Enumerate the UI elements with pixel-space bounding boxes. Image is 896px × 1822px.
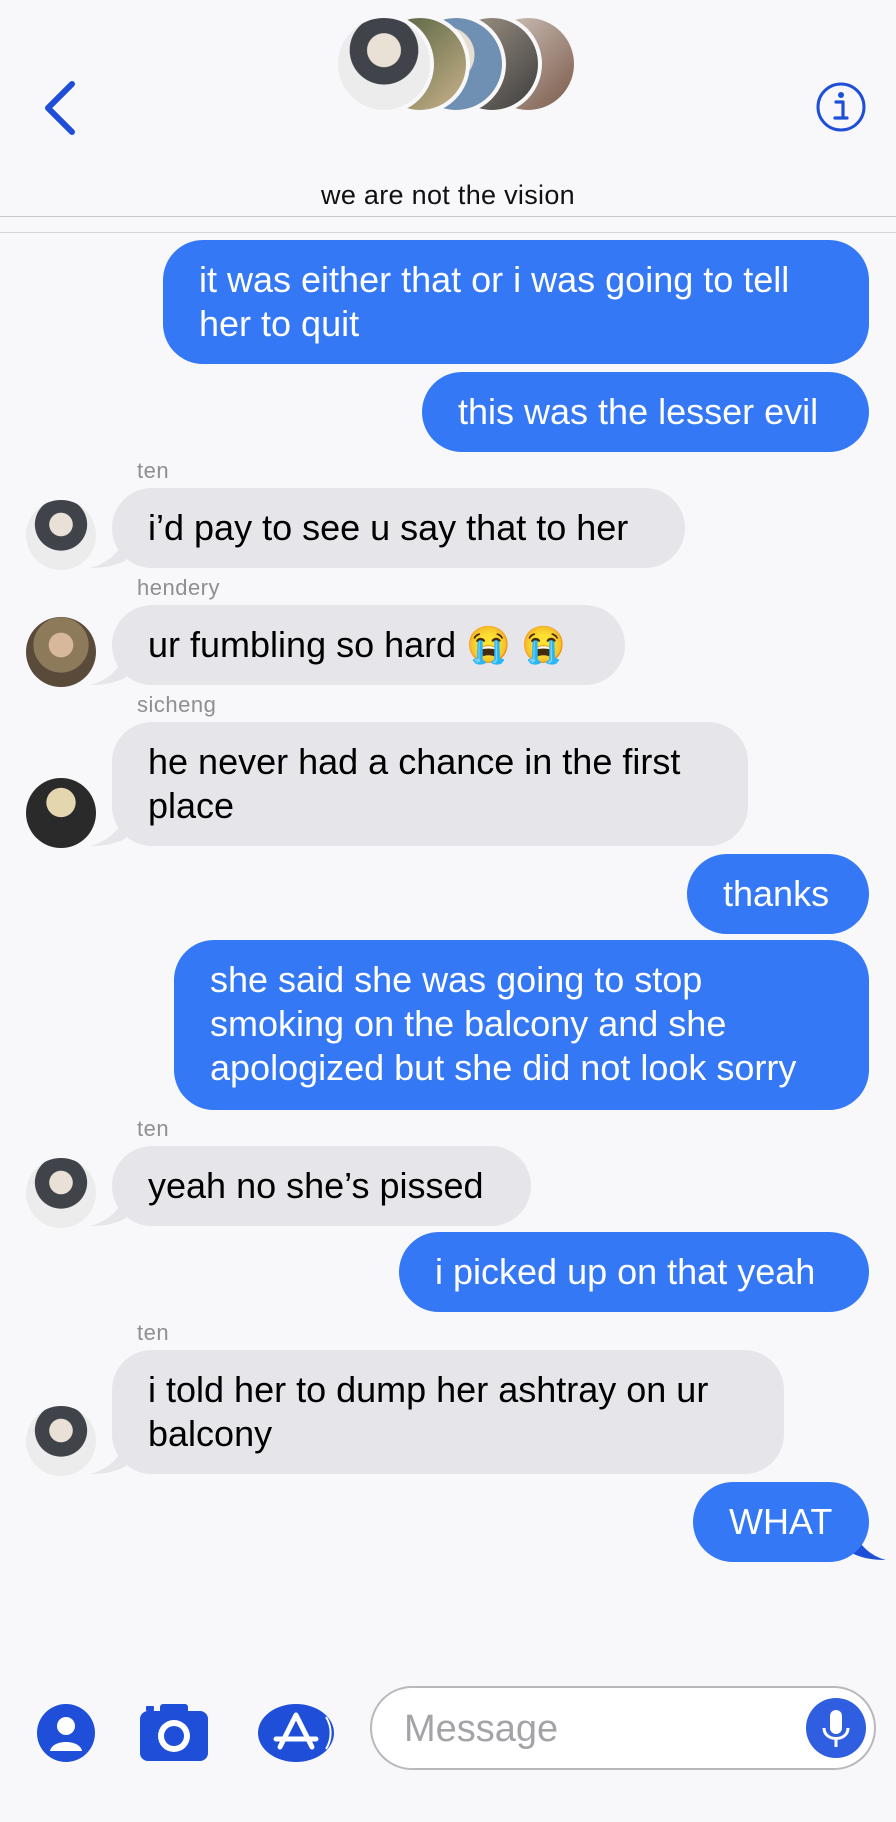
outgoing-message[interactable]: she said she was going to stop smoking o… — [174, 940, 869, 1110]
contact-icon — [37, 1704, 95, 1762]
info-icon — [816, 82, 866, 132]
outgoing-message[interactable]: thanks — [687, 854, 869, 934]
chat-title[interactable]: we are not the vision — [0, 180, 896, 211]
avatar[interactable] — [26, 617, 96, 687]
sender-name: ten — [137, 1320, 170, 1345]
microphone-button[interactable] — [806, 1698, 866, 1758]
avatar[interactable] — [26, 1406, 96, 1476]
incoming-message[interactable]: ur fumbling so hard 😭 😭 — [112, 605, 625, 685]
message-input[interactable] — [402, 1702, 766, 1756]
camera-button[interactable] — [136, 1703, 212, 1763]
outgoing-message[interactable]: it was either that or i was going to tel… — [163, 240, 869, 364]
avatar[interactable] — [26, 778, 96, 848]
avatar[interactable] — [26, 500, 96, 570]
camera-icon — [140, 1704, 208, 1761]
outgoing-message[interactable]: WHAT — [693, 1482, 869, 1562]
contact-button[interactable] — [36, 1703, 96, 1763]
incoming-message[interactable]: yeah no she’s pissed — [112, 1146, 531, 1226]
sender-name: ten — [137, 1116, 170, 1141]
message-field[interactable] — [370, 1686, 876, 1770]
sender-name: ten — [137, 458, 170, 483]
outgoing-message[interactable]: this was the lesser evil — [422, 372, 869, 452]
group-avatar-stack[interactable] — [334, 14, 584, 114]
incoming-message[interactable]: i told her to dump her ashtray on ur bal… — [112, 1350, 784, 1474]
chat-header: we are not the vision — [0, 0, 896, 233]
header-divider — [0, 232, 896, 233]
outgoing-message[interactable]: i picked up on that yeah — [399, 1232, 869, 1312]
chevron-left-icon — [45, 81, 75, 135]
sender-name: sicheng — [137, 692, 217, 717]
sender-name: hendery — [137, 575, 221, 600]
back-button[interactable] — [38, 78, 84, 138]
incoming-message[interactable]: he never had a chance in the first place — [112, 722, 748, 846]
header-divider — [0, 216, 896, 217]
info-button[interactable] — [815, 81, 867, 133]
microphone-icon — [822, 1710, 850, 1747]
group-avatar — [334, 14, 434, 114]
incoming-message[interactable]: i’d pay to see u say that to her — [112, 488, 685, 568]
avatar[interactable] — [26, 1158, 96, 1228]
app-store-icon — [258, 1704, 334, 1762]
app-store-button[interactable] — [258, 1703, 338, 1763]
